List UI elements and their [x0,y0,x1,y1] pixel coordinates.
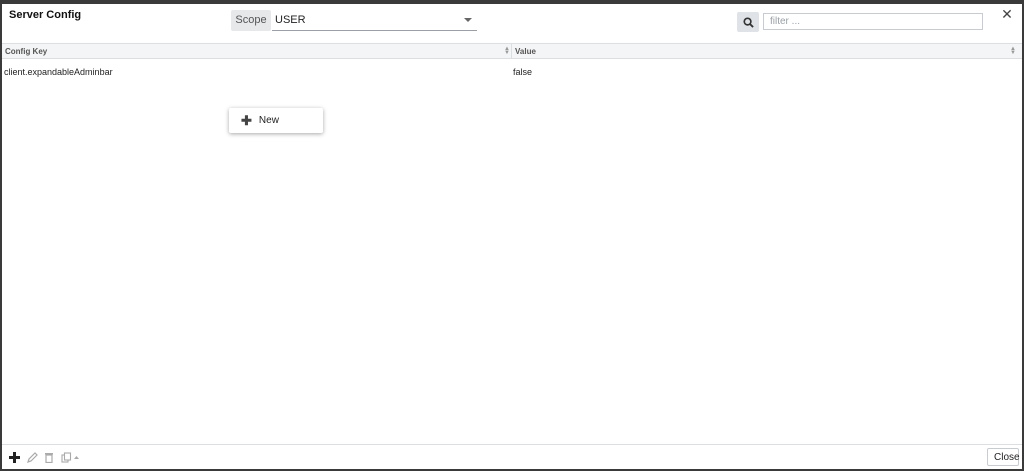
sort-icon: ▲ ▼ [1010,46,1016,56]
edit-icon[interactable] [25,450,39,464]
search-icon [742,16,754,28]
context-menu-label: New [258,115,279,126]
add-icon[interactable] [7,450,21,464]
scope-select-value: USER [275,14,306,26]
value-cell: false [513,67,533,77]
config-key-cell: client.expandableAdminbar [4,67,113,77]
column-header-config-key[interactable]: Config Key ▲ ▼ [2,44,512,59]
scope-label: Scope [231,10,271,31]
grid-header: Config Key ▲ ▼ Value ▲ ▼ [2,43,1022,59]
footer-toolbar: Close [2,444,1022,469]
scope-select[interactable]: USER [272,10,477,31]
context-menu-item-new[interactable]: ✚ New [229,108,323,133]
close-button[interactable]: Close [987,448,1020,466]
search-button[interactable] [737,12,759,32]
column-header-value[interactable]: Value ▲ ▼ [512,44,1017,59]
server-config-dialog: Server Config ✕ Scope USER Config Key ▲▼… [2,4,1022,469]
sort-icon: ▲ ▼ [504,46,510,56]
chevron-down-icon [464,18,472,22]
close-icon[interactable]: ✕ [1000,7,1014,21]
copy-dropdown-icon[interactable] [60,450,82,464]
dialog-title: Server Config [9,9,82,21]
delete-icon[interactable] [42,450,56,464]
plus-icon: ✚ [241,112,252,128]
filter-input[interactable] [763,13,983,30]
